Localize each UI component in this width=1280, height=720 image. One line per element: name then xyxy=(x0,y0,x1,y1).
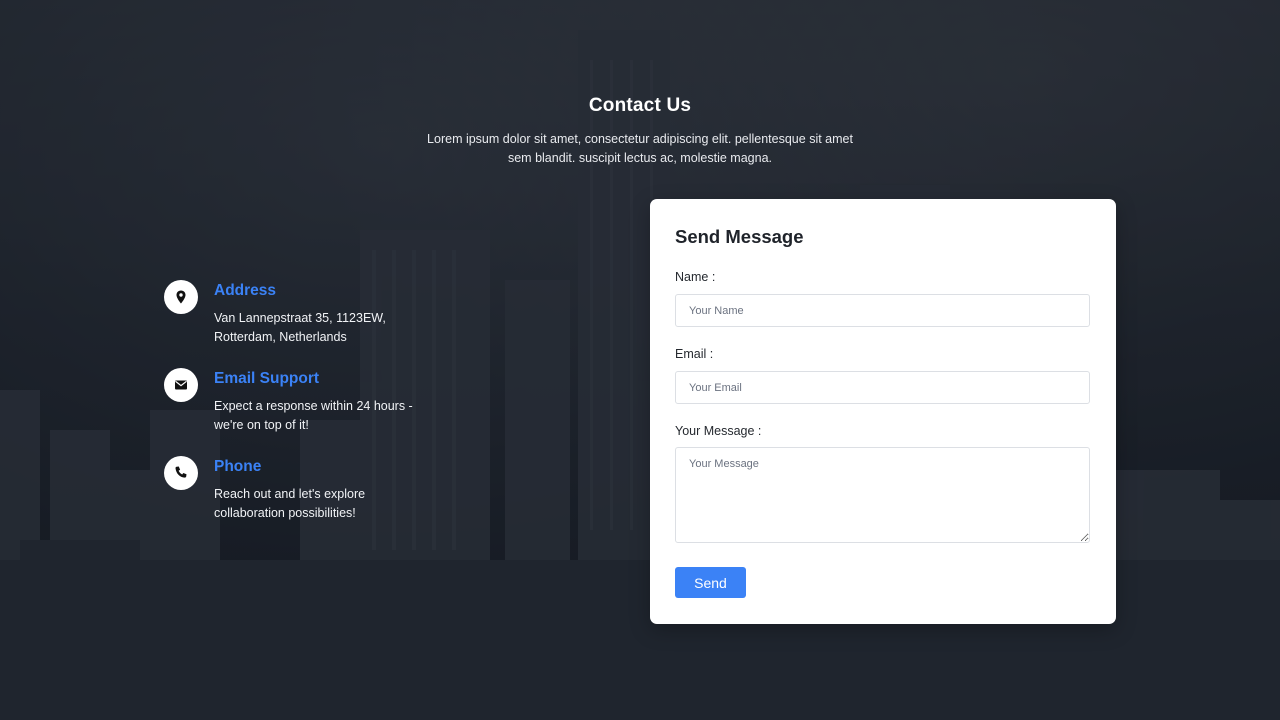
address-title: Address xyxy=(214,282,277,299)
email-support-text: Expect a response within 24 hours - we'r… xyxy=(214,399,413,432)
envelope-icon xyxy=(164,368,198,402)
name-input[interactable] xyxy=(675,294,1090,327)
send-message-form: Send Message Name : Email : Your Message… xyxy=(650,199,1116,624)
email-label: Email : xyxy=(675,347,714,361)
address-text: Van Lannepstraat 35, 1123EW, Rotterdam, … xyxy=(214,311,386,344)
location-pin-icon xyxy=(164,280,198,314)
message-label: Your Message : xyxy=(675,424,762,438)
contact-header: Contact Us Lorem ipsum dolor sit amet, c… xyxy=(0,95,1280,168)
form-title: Send Message xyxy=(675,226,804,247)
message-textarea[interactable] xyxy=(675,447,1090,543)
send-button[interactable]: Send xyxy=(675,567,746,598)
email-input[interactable] xyxy=(675,371,1090,404)
phone-title: Phone xyxy=(214,458,262,475)
page-description: Lorem ipsum dolor sit amet, consectetur … xyxy=(427,132,853,165)
phone-text: Reach out and let's explore collaboratio… xyxy=(214,487,366,520)
phone-icon xyxy=(164,456,198,490)
email-support-title: Email Support xyxy=(214,370,320,387)
page-title: Contact Us xyxy=(588,95,692,116)
name-label: Name : xyxy=(675,270,716,284)
